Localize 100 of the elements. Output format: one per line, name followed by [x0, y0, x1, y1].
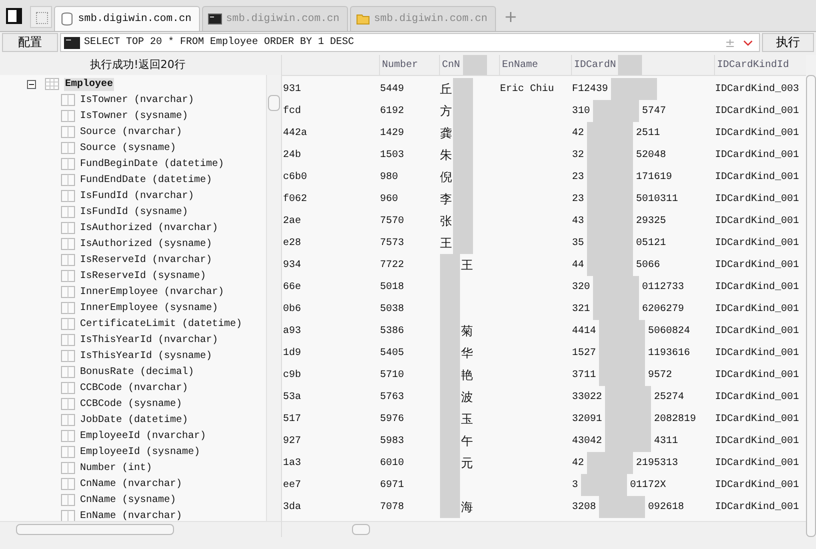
- config-button[interactable]: 配置: [2, 33, 58, 52]
- table-cell: 29325: [636, 216, 666, 226]
- tree-node[interactable]: IsTowner (sysname): [80, 110, 188, 122]
- execute-button[interactable]: 执行: [762, 33, 814, 52]
- table-cell: 01172X: [630, 480, 666, 490]
- tree-node[interactable]: EmployeeId (nvarchar): [80, 430, 206, 442]
- tree-node[interactable]: IsThisYearId (nvarchar): [80, 334, 218, 346]
- table-cell: IDCardKind_001: [715, 348, 800, 358]
- column-icon: [61, 318, 75, 330]
- redaction-block: [611, 78, 658, 100]
- table-cell: 1a3: [283, 458, 302, 468]
- column-icon: [61, 430, 75, 442]
- table-cell: IDCardKind_001: [715, 370, 800, 380]
- column-icon: [61, 110, 75, 122]
- table-cell: 9572: [648, 370, 672, 380]
- tree-node[interactable]: IsReserveId (sysname): [80, 270, 206, 282]
- tree-node[interactable]: IsTowner (nvarchar): [80, 94, 194, 106]
- tree-node[interactable]: Number (int): [80, 462, 152, 474]
- table-cell: 张: [440, 212, 452, 230]
- column-header[interactable]: CnN: [439, 55, 499, 75]
- tree-node[interactable]: Source (sysname): [80, 142, 176, 154]
- table-cell: 7573: [380, 238, 404, 248]
- table-cell: IDCardKind_001: [715, 502, 800, 512]
- redaction-block: [440, 254, 460, 276]
- tree-node[interactable]: IsReserveId (nvarchar): [80, 254, 212, 266]
- column-icon: [61, 398, 75, 410]
- column-header[interactable]: Number: [379, 55, 439, 75]
- table-cell: 52048: [636, 150, 666, 160]
- redaction-block: [453, 232, 473, 254]
- column-icon: [61, 302, 75, 314]
- tree-node[interactable]: CCBCode (nvarchar): [80, 382, 188, 394]
- table-cell: 波: [461, 388, 473, 406]
- tree-node[interactable]: JobDate (datetime): [80, 414, 188, 426]
- table-cell: 931: [283, 84, 302, 94]
- column-header[interactable]: EnName: [499, 55, 571, 75]
- tree-node[interactable]: CCBCode (sysname): [80, 398, 182, 410]
- table-cell: 方: [440, 102, 452, 120]
- table-cell: IDCardKind_001: [715, 172, 800, 182]
- horizontal-scrollbar[interactable]: [0, 521, 281, 537]
- table-cell: e28: [283, 238, 302, 248]
- tree-node[interactable]: IsThisYearId (sysname): [80, 350, 212, 362]
- column-icon: [61, 190, 75, 202]
- tree-node[interactable]: CnName (nvarchar): [80, 478, 182, 490]
- tree-node[interactable]: IsAuthorized (nvarchar): [80, 222, 218, 234]
- tree-node[interactable]: InnerEmployee (sysname): [80, 302, 218, 314]
- vertical-scrollbar[interactable]: [266, 75, 281, 521]
- column-header[interactable]: IDCardN: [571, 55, 714, 75]
- tree-node[interactable]: EnName (nvarchar): [80, 510, 182, 521]
- tree-node[interactable]: EmployeeId (sysname): [80, 446, 200, 458]
- redaction-block: [440, 496, 460, 518]
- tree-node[interactable]: FundBeginDate (datetime): [80, 158, 224, 170]
- tree-node[interactable]: IsAuthorized (sysname): [80, 238, 212, 250]
- tree-node[interactable]: Employee: [64, 78, 114, 90]
- table-cell: 33022: [572, 392, 602, 402]
- table-cell: 5066: [636, 260, 660, 270]
- table-cell: 龚: [440, 124, 452, 142]
- table-cell: 517: [283, 414, 302, 424]
- table-cell: 4414: [572, 326, 596, 336]
- folder-icon: [356, 12, 370, 26]
- table-cell: 2ae: [283, 216, 302, 226]
- table-cell: IDCardKind_001: [715, 326, 800, 336]
- column-icon: [61, 366, 75, 378]
- column-icon: [61, 334, 75, 346]
- table-cell: 1429: [380, 128, 404, 138]
- table-cell: 2195313: [636, 458, 678, 468]
- dotted-square-icon[interactable]: [30, 6, 52, 28]
- tab[interactable]: smb.digiwin.com.cn: [54, 6, 200, 31]
- tree-node[interactable]: InnerEmployee (nvarchar): [80, 286, 224, 298]
- terminal-icon: [64, 36, 80, 48]
- column-icon: [61, 254, 75, 266]
- table-cell: 32091: [572, 414, 602, 424]
- column-icon: [61, 206, 75, 218]
- table-cell: 王: [440, 234, 452, 252]
- table-cell: 朱: [440, 146, 452, 164]
- table-cell: 44: [572, 260, 584, 270]
- table-cell: 321: [572, 304, 590, 314]
- column-icon: [61, 462, 75, 474]
- chevron-down-icon[interactable]: [743, 40, 753, 46]
- table-cell: 960: [380, 194, 398, 204]
- table-cell: 320: [572, 282, 590, 292]
- panel-icon[interactable]: [6, 8, 22, 24]
- tree-node[interactable]: Source (nvarchar): [80, 126, 182, 138]
- table-cell: c6b0: [283, 172, 308, 182]
- table-cell: 6192: [380, 106, 404, 116]
- table-cell: 丘: [440, 80, 452, 98]
- table-cell: 05121: [636, 238, 666, 248]
- tree-node[interactable]: CertificateLimit (datetime): [80, 318, 242, 330]
- tree-node[interactable]: FundEndDate (datetime): [80, 174, 212, 186]
- table-cell: 43: [572, 216, 584, 226]
- vertical-scrollbar[interactable]: [806, 55, 816, 537]
- query-field[interactable]: SELECT TOP 20 * FROM Employee ORDER BY 1 DESC ±: [60, 33, 760, 52]
- table-cell: 3: [572, 480, 578, 490]
- table-cell: 7078: [380, 502, 404, 512]
- tree-node[interactable]: IsFundId (nvarchar): [80, 190, 194, 202]
- tree-node[interactable]: IsFundId (sysname): [80, 206, 188, 218]
- collapse-toggle[interactable]: [27, 80, 36, 88]
- tree-node[interactable]: BonusRate (decimal): [80, 366, 194, 378]
- horizontal-scrollbar[interactable]: [282, 521, 806, 537]
- table-cell: 171619: [636, 172, 672, 182]
- tree-node[interactable]: CnName (sysname): [80, 494, 176, 506]
